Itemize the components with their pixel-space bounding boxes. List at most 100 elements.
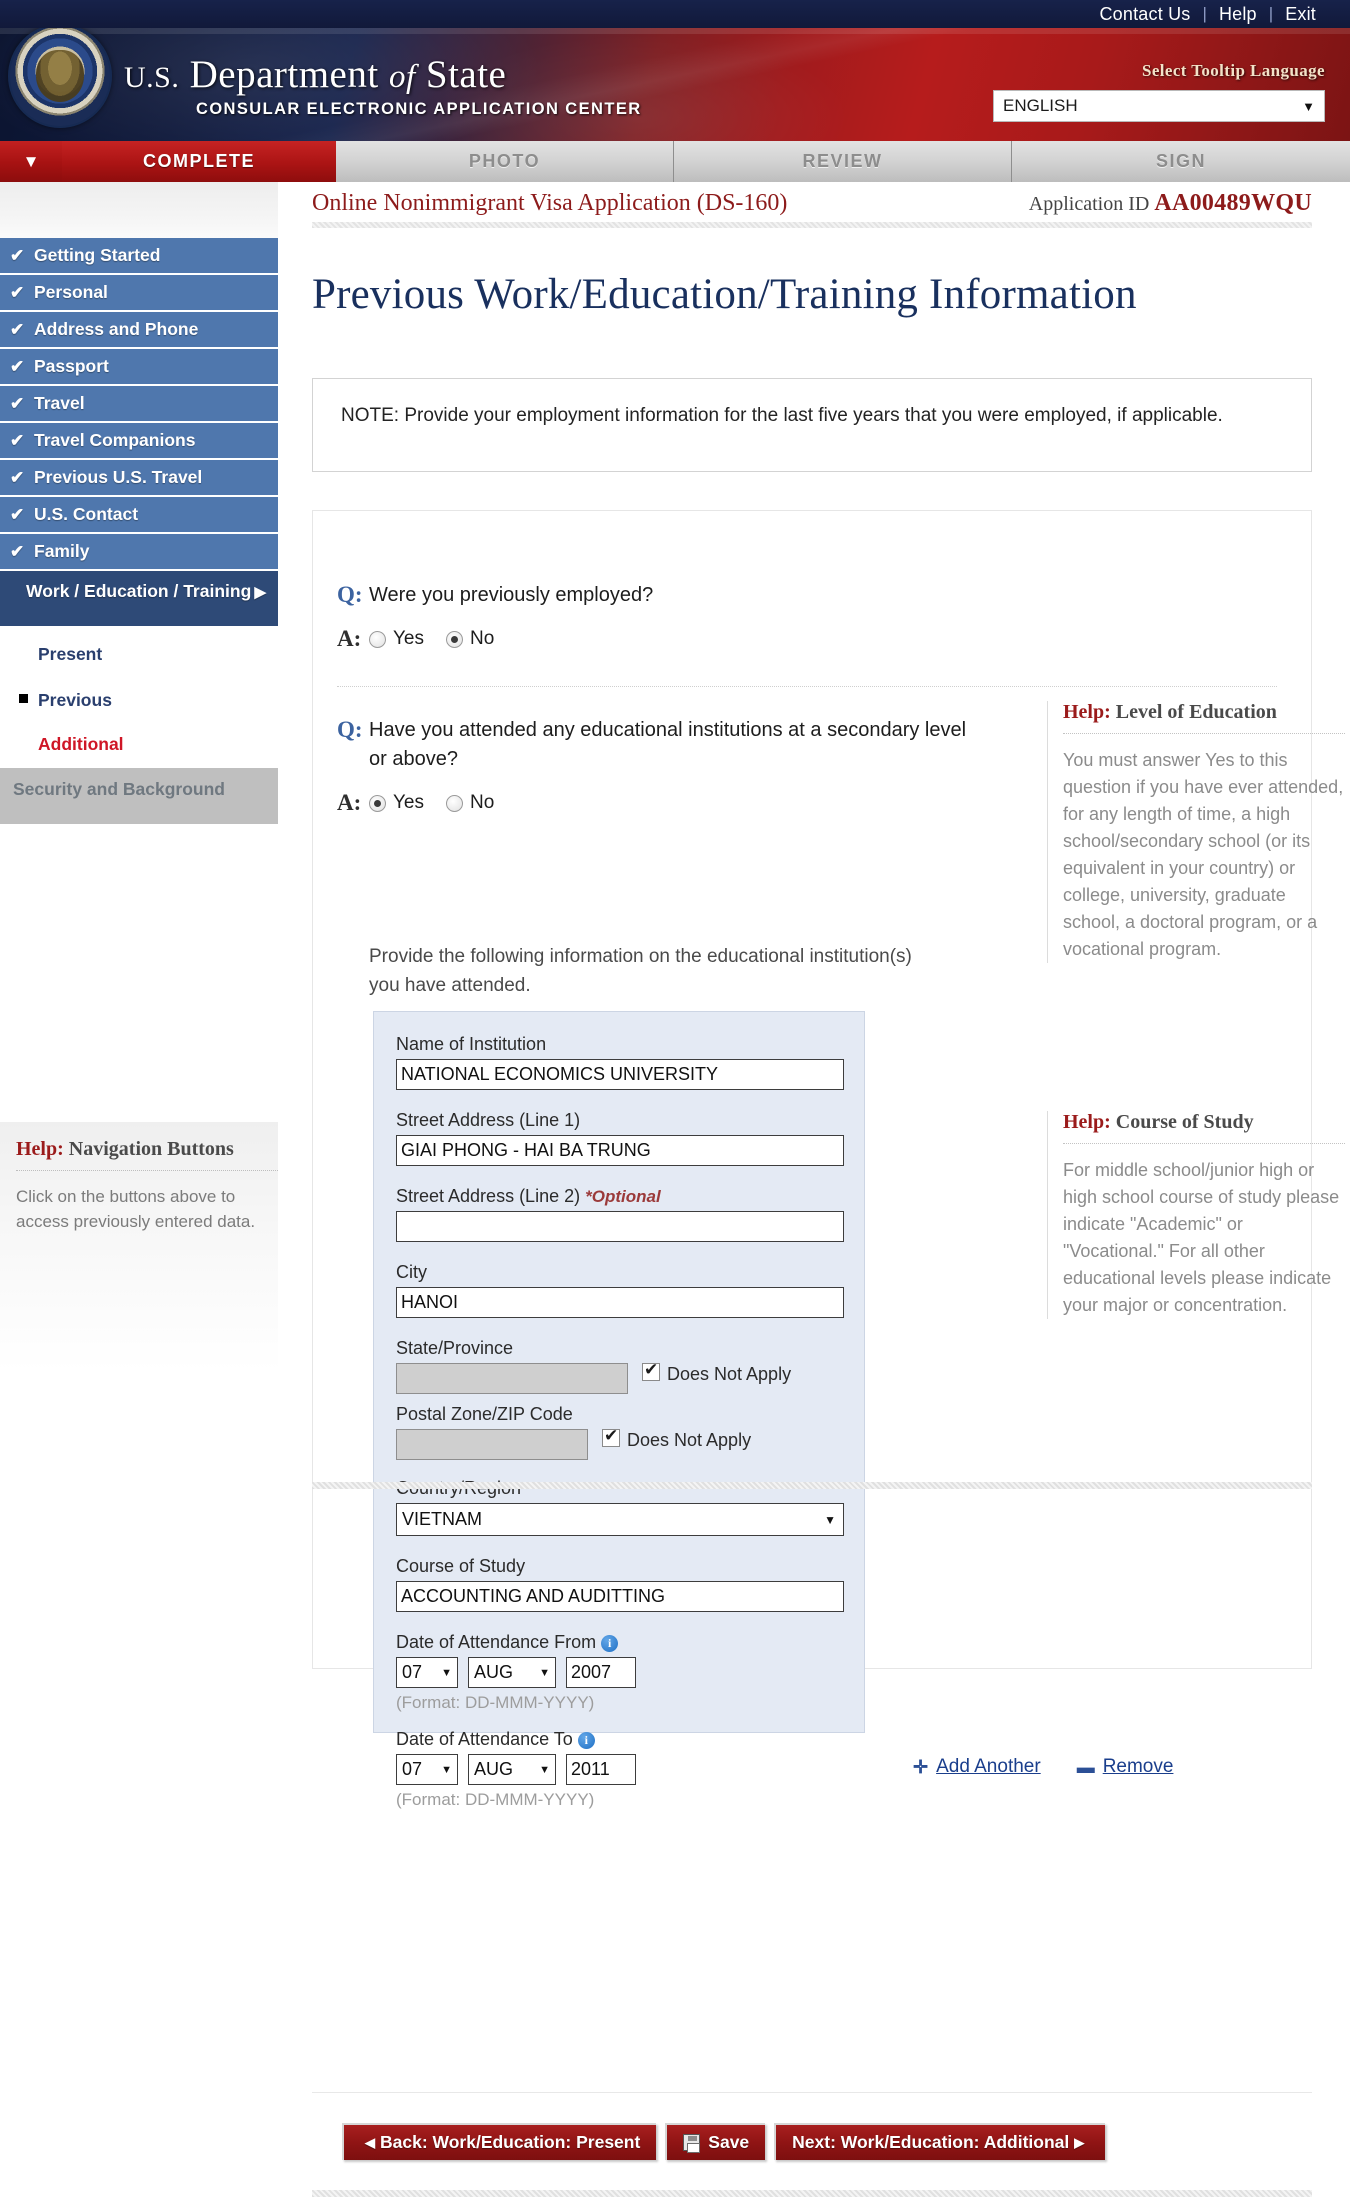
- date-from-year-input[interactable]: 2007: [566, 1657, 636, 1688]
- check-icon: ✔: [10, 245, 25, 265]
- sidebar-item-present[interactable]: Present: [0, 628, 278, 680]
- document-header: Online Nonimmigrant Visa Application (DS…: [312, 190, 1312, 228]
- remove-button[interactable]: ▬ Remove: [1077, 1756, 1174, 1778]
- field-street-address-line-1: Street Address (Line 1) GIAI PHONG - HAI…: [396, 1110, 844, 1166]
- help-panel-title: Help: Course of Study: [1063, 1111, 1345, 1134]
- question-text: Have you attended any educational instit…: [369, 719, 967, 770]
- date-to-day-select[interactable]: 07 ▼: [396, 1754, 458, 1785]
- note-box: NOTE: Provide your employment informatio…: [312, 378, 1312, 472]
- chevron-down-icon: ▼: [539, 1763, 550, 1776]
- department-of-state-seal-icon: [8, 28, 112, 128]
- divider: [337, 686, 1277, 687]
- tooltip-language-select[interactable]: ENGLISH ▼: [993, 90, 1325, 122]
- tab-sign[interactable]: SIGN: [1012, 141, 1350, 182]
- answer-marker: A:: [337, 626, 362, 651]
- main-content: Online Nonimmigrant Visa Application (DS…: [278, 182, 1350, 2105]
- sidebar-item-label: Family: [34, 541, 90, 561]
- add-another-label: Add Another: [936, 1756, 1041, 1777]
- tab-photo[interactable]: PHOTO: [336, 141, 674, 182]
- sidebar-subitem-label: Additional: [38, 733, 124, 754]
- help-navigation-buttons-panel: Help: Navigation Buttons Click on the bu…: [0, 1122, 290, 1372]
- postal-does-not-apply-checkbox[interactable]: [602, 1426, 620, 1447]
- question-marker: Q:: [337, 582, 363, 607]
- divider: [1063, 733, 1345, 734]
- radio-previously-employed-no[interactable]: [446, 630, 463, 648]
- sidebar-item-getting-started[interactable]: ✔ Getting Started: [0, 238, 278, 275]
- info-icon[interactable]: i: [601, 1634, 619, 1652]
- sidebar-item-security-and-background: Security and Background: [0, 768, 278, 824]
- sidebar-item-label: Passport: [34, 356, 109, 376]
- help-panel-course-of-study: Help: Course of Study For middle school/…: [1047, 1111, 1345, 1319]
- note-text: NOTE: Provide your employment informatio…: [341, 405, 1223, 426]
- banner-title-us: U.S.: [124, 61, 180, 94]
- application-id: Application ID AA00489WQU: [1029, 190, 1312, 217]
- info-icon[interactable]: i: [577, 1731, 595, 1749]
- chevron-right-icon: ▶: [1074, 2134, 1085, 2150]
- date-to-month-select[interactable]: AUG ▼: [468, 1754, 556, 1785]
- country-region-select[interactable]: VIETNAM ▼: [396, 1503, 844, 1536]
- sidebar-item-passport[interactable]: ✔ Passport: [0, 349, 278, 386]
- save-button[interactable]: Save: [665, 2123, 766, 2160]
- street-address-line-1-input[interactable]: GIAI PHONG - HAI BA TRUNG: [396, 1135, 844, 1166]
- check-icon: ✔: [10, 430, 25, 450]
- radio-education-no[interactable]: [446, 794, 463, 812]
- tab-complete[interactable]: COMPLETE: [62, 141, 336, 182]
- sidebar-item-address-and-phone[interactable]: ✔ Address and Phone: [0, 312, 278, 349]
- back-button[interactable]: ◀ Back: Work/Education: Present: [342, 2123, 657, 2160]
- sidebar-item-us-contact[interactable]: ✔ U.S. Contact: [0, 497, 278, 534]
- divider: [16, 1170, 284, 1171]
- field-label: Street Address (Line 2) *Optional: [396, 1186, 842, 1207]
- state-province-input: [396, 1363, 628, 1394]
- sidebar-item-work-education-training[interactable]: Work / Education / Training ▶: [0, 571, 278, 628]
- sidebar-item-travel-companions[interactable]: ✔ Travel Companions: [0, 423, 278, 460]
- sidebar-subitem-label: Present: [38, 643, 103, 664]
- city-input[interactable]: HANOI: [396, 1287, 844, 1318]
- country-region-value: VIETNAM: [402, 1509, 483, 1529]
- sidebar-item-personal[interactable]: ✔ Personal: [0, 275, 278, 312]
- banner-title-department: Department: [189, 53, 379, 96]
- date-to-format-hint: (Format: DD-MMM-YYYY): [396, 1790, 595, 1809]
- help-link[interactable]: Help: [1207, 4, 1269, 25]
- help-navigation-title-rest: Navigation Buttons: [63, 1138, 234, 1160]
- radio-previously-employed-yes[interactable]: [369, 630, 386, 648]
- sidebar-item-previous[interactable]: Previous: [0, 680, 278, 720]
- chevron-down-icon: ▼: [539, 1666, 550, 1679]
- exit-link[interactable]: Exit: [1273, 4, 1328, 25]
- contact-us-link[interactable]: Contact Us: [1087, 4, 1202, 25]
- sidebar-item-additional[interactable]: Additional: [0, 720, 278, 768]
- application-id-value: AA00489WQU: [1154, 190, 1312, 216]
- help-navigation-body: Click on the buttons above to access pre…: [16, 1187, 256, 1231]
- banner-title-of: of: [388, 59, 416, 95]
- state-province-does-not-apply-checkbox[interactable]: [642, 1360, 660, 1381]
- name-of-institution-input[interactable]: NATIONAL ECONOMICS UNIVERSITY: [396, 1059, 844, 1090]
- check-icon: ✔: [10, 356, 25, 376]
- chevron-down-icon: ▼: [824, 1512, 836, 1527]
- sidebar-item-previous-us-travel[interactable]: ✔ Previous U.S. Travel: [0, 460, 278, 497]
- field-course-of-study: Course of Study ACCOUNTING AND AUDITTING: [396, 1556, 844, 1612]
- sidebar-item-label: Personal: [34, 282, 108, 302]
- help-label: Help:: [16, 1138, 64, 1160]
- step-expand-arrow-icon[interactable]: ▼: [0, 141, 62, 182]
- sidebar-item-label: Getting Started: [34, 245, 161, 265]
- date-from-month-select[interactable]: AUG ▼: [468, 1657, 556, 1688]
- minus-icon: ▬: [1076, 1756, 1095, 1777]
- question-text: Were you previously employed?: [369, 584, 654, 606]
- street-address-line-2-input[interactable]: [396, 1211, 844, 1242]
- add-another-button[interactable]: ✛ Add Another: [913, 1756, 1041, 1778]
- checkbox-label: Does Not Apply: [667, 1364, 792, 1384]
- date-from-day-select[interactable]: 07 ▼: [396, 1657, 458, 1688]
- date-to-year-input[interactable]: 2011: [566, 1754, 636, 1785]
- tab-review[interactable]: REVIEW: [674, 141, 1012, 182]
- field-label: Course of Study: [396, 1556, 526, 1576]
- divider: [312, 222, 1312, 228]
- chevron-right-icon: ▶: [254, 584, 266, 601]
- sidebar-item-family[interactable]: ✔ Family: [0, 534, 278, 571]
- education-institution-panel: Name of Institution NATIONAL ECONOMICS U…: [373, 1011, 865, 1809]
- course-of-study-input[interactable]: ACCOUNTING AND AUDITTING: [396, 1581, 844, 1612]
- sidebar-item-travel[interactable]: ✔ Travel: [0, 386, 278, 423]
- next-button[interactable]: Next: Work/Education: Additional ▶: [774, 2123, 1106, 2160]
- form-area: Q: Were you previously employed? A: Yes …: [312, 510, 1345, 1809]
- field-city: City HANOI: [396, 1262, 844, 1318]
- help-navigation-title: Help: Navigation Buttons: [16, 1138, 272, 1161]
- radio-education-yes[interactable]: [369, 794, 386, 812]
